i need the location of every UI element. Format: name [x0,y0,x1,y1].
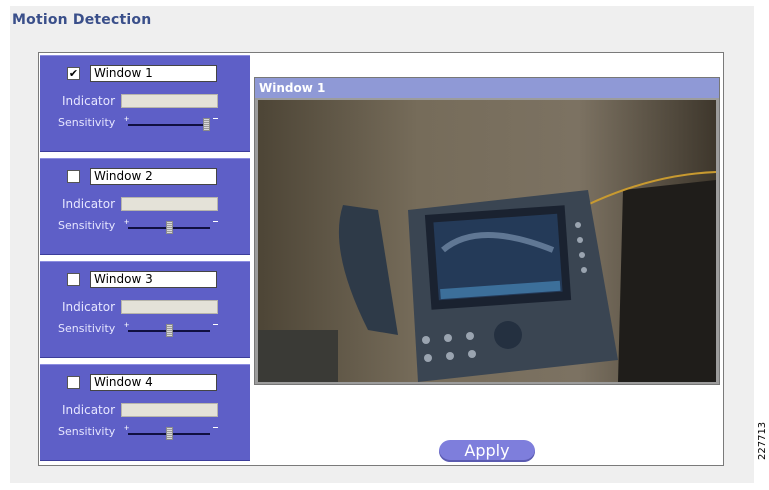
indicator-label: Indicator [62,94,116,108]
window-block-4: Window 4 Indicator Sensitivity + [40,364,250,461]
sensitivity-label: Sensitivity [58,116,116,129]
window-1-name-field[interactable]: Window 1 [90,65,217,82]
window-3-indicator [121,300,218,314]
window-3-name-field[interactable]: Window 3 [90,271,217,288]
window-3-checkbox[interactable] [67,273,80,286]
sensitivity-label: Sensitivity [58,219,116,232]
plus-icon: + [124,114,130,124]
slider-track [128,124,210,126]
sensitivity-label: Sensitivity [58,425,116,438]
window-2-checkbox[interactable] [67,170,80,183]
slider-thumb[interactable] [165,221,173,234]
plus-icon: + [124,320,130,330]
camera-feed-image [258,100,717,382]
slider-thumb[interactable] [165,324,173,337]
minus-icon [213,118,218,119]
window-1-indicator [121,94,218,108]
sensitivity-label: Sensitivity [58,322,116,335]
window-list: ✔ Window 1 Indicator Sensitivity + Windo… [40,55,250,464]
video-window-title: Window 1 [255,78,719,98]
indicator-label: Indicator [62,300,116,314]
window-block-2: Window 2 Indicator Sensitivity + [40,158,250,255]
plus-icon: + [124,217,130,227]
minus-icon [213,324,218,325]
window-2-name-field[interactable]: Window 2 [90,168,217,185]
figure-id: 227713 [757,421,768,460]
window-2-sensitivity-slider[interactable]: + [124,217,218,234]
page-title: Motion Detection [12,12,152,28]
apply-button[interactable]: Apply [439,440,535,462]
window-4-indicator [121,403,218,417]
minus-icon [213,221,218,222]
window-4-sensitivity-slider[interactable]: + [124,423,218,440]
indicator-label: Indicator [62,403,116,417]
slider-thumb[interactable] [203,118,210,131]
window-block-3: Window 3 Indicator Sensitivity + [40,261,250,358]
window-1-sensitivity-slider[interactable]: + [124,114,218,131]
slider-thumb[interactable] [165,427,173,440]
minus-icon [213,427,218,428]
video-preview: Window 1 [254,77,720,385]
window-3-sensitivity-slider[interactable]: + [124,320,218,337]
plus-icon: + [124,423,130,433]
window-4-name-field[interactable]: Window 4 [90,374,217,391]
window-block-1: ✔ Window 1 Indicator Sensitivity + [40,55,250,152]
window-2-indicator [121,197,218,211]
camera-feed-picture [258,100,717,382]
window-4-checkbox[interactable] [67,376,80,389]
indicator-label: Indicator [62,197,116,211]
window-1-checkbox[interactable]: ✔ [67,67,80,80]
